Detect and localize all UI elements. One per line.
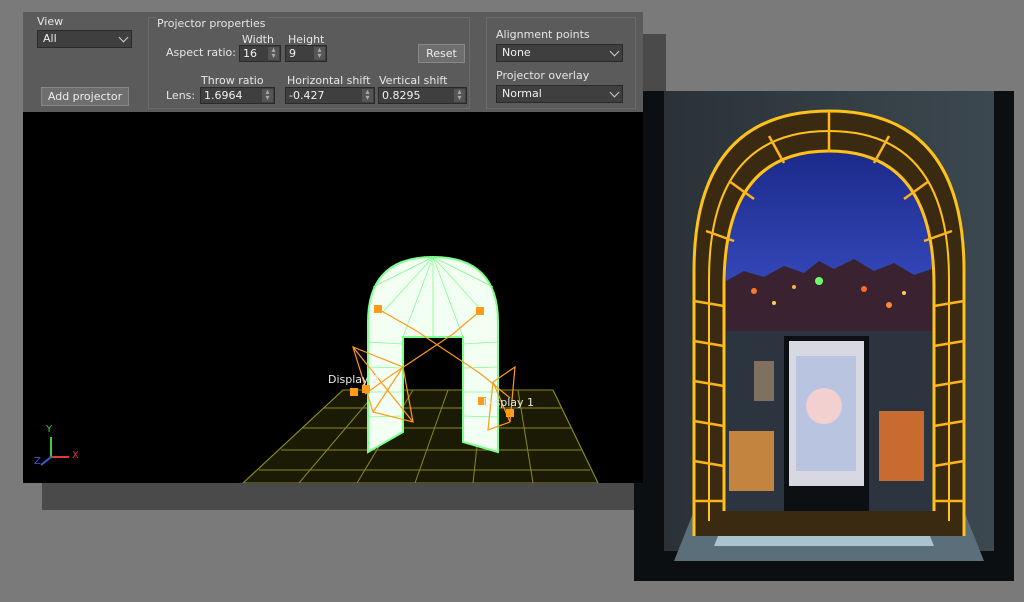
spinner-icon[interactable]: ▴ ▾ (454, 88, 465, 102)
view-dropdown[interactable]: All (37, 30, 132, 48)
vertical-shift-input[interactable]: 0.8295 ▴ ▾ (378, 87, 467, 104)
spinner-icon[interactable]: ▴ ▾ (314, 46, 325, 60)
spinner-icon[interactable]: ▴ ▾ (268, 46, 279, 60)
3d-viewport[interactable]: Display 2 Display 1 Y X Z (23, 112, 643, 483)
spinner-icon[interactable]: ▴ ▾ (262, 88, 273, 102)
projector-properties-title: Projector properties (157, 17, 268, 30)
vertical-shift-value: 0.8295 (382, 89, 421, 102)
axis-gizmo (40, 437, 69, 466)
projector-overlay-dropdown[interactable]: Normal (496, 85, 623, 103)
projector-overlay-value: Normal (502, 87, 542, 100)
reset-button[interactable]: Reset (418, 44, 465, 63)
alignment-points-dropdown[interactable]: None (496, 44, 623, 62)
chevron-down-icon (609, 87, 620, 98)
alignment-points-value: None (502, 46, 531, 59)
throw-ratio-value: 1.6964 (204, 89, 243, 102)
axis-z-label: Z (34, 456, 41, 467)
chevron-down-icon (118, 32, 129, 43)
axis-x-label: X (72, 450, 79, 461)
height-input[interactable]: 9 ▴ ▾ (285, 45, 327, 62)
view-value: All (43, 32, 57, 45)
floor-grid (242, 389, 599, 483)
projection-photo (634, 91, 1014, 581)
view-label: View (37, 15, 64, 28)
lens-label: Lens: (166, 89, 196, 102)
width-value: 16 (243, 47, 257, 60)
height-value: 9 (289, 47, 296, 60)
horizontal-shift-input[interactable]: -0.427 ▴ ▾ (285, 87, 375, 104)
chevron-down-icon (609, 46, 620, 57)
aspect-ratio-label: Aspect ratio: (166, 46, 236, 59)
display-1-label: Display 1 (483, 396, 535, 409)
projector-window: View All Add projector Projector propert… (23, 12, 643, 483)
horizontal-shift-value: -0.427 (289, 89, 325, 102)
vertical-shift-label: Vertical shift (379, 74, 448, 87)
throw-ratio-input[interactable]: 1.6964 ▴ ▾ (200, 87, 275, 104)
width-input[interactable]: 16 ▴ ▾ (239, 45, 281, 62)
horizontal-shift-label: Horizontal shift (287, 74, 371, 87)
add-projector-button[interactable]: Add projector (41, 87, 129, 106)
alignment-points-label: Alignment points (496, 28, 590, 41)
axis-y-label: Y (46, 424, 53, 435)
scene-canvas (40, 255, 599, 483)
projector-overlay-label: Projector overlay (496, 69, 590, 82)
spinner-icon[interactable]: ▴ ▾ (362, 88, 373, 102)
display-2-label: Display 2 (328, 373, 380, 386)
toolbar: View All Add projector Projector propert… (23, 12, 643, 112)
throw-ratio-label: Throw ratio (201, 74, 264, 87)
